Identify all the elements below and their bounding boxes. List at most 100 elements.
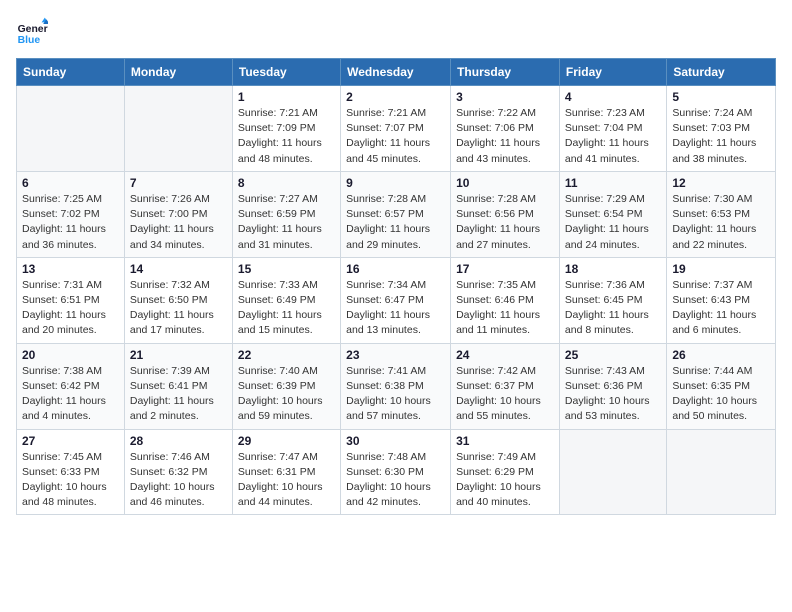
day-info: Sunrise: 7:35 AMSunset: 6:46 PMDaylight:… (456, 278, 554, 339)
day-number: 30 (346, 434, 445, 448)
calendar-cell: 3 Sunrise: 7:22 AMSunset: 7:06 PMDaylight… (451, 86, 560, 172)
col-header-thursday: Thursday (451, 59, 560, 86)
day-info: Sunrise: 7:27 AMSunset: 6:59 PMDaylight:… (238, 192, 335, 253)
calendar-cell: 27 Sunrise: 7:45 AMSunset: 6:33 PMDayligh… (17, 429, 125, 515)
day-number: 20 (22, 348, 119, 362)
calendar-cell: 28Sunrise: 7:46 AMSunset: 6:32 PMDayligh… (124, 429, 232, 515)
calendar-cell: 7 Sunrise: 7:26 AMSunset: 7:00 PMDaylight… (124, 171, 232, 257)
calendar-cell: 30 Sunrise: 7:48 AMSunset: 6:30 PMDayligh… (341, 429, 451, 515)
day-info: Sunrise: 7:48 AMSunset: 6:30 PMDaylight:… (346, 450, 445, 511)
day-number: 27 (22, 434, 119, 448)
day-number: 19 (672, 262, 770, 276)
calendar-cell (17, 86, 125, 172)
calendar-cell: 23 Sunrise: 7:41 AMSunset: 6:38 PMDayligh… (341, 343, 451, 429)
day-info: Sunrise: 7:49 AMSunset: 6:29 PMDaylight:… (456, 450, 554, 511)
day-info: Sunrise: 7:31 AMSunset: 6:51 PMDaylight:… (22, 278, 119, 339)
calendar-cell: 15Sunrise: 7:33 AMSunset: 6:49 PMDayligh… (232, 257, 340, 343)
day-number: 25 (565, 348, 661, 362)
col-header-tuesday: Tuesday (232, 59, 340, 86)
day-number: 5 (672, 90, 770, 104)
calendar-cell: 25 Sunrise: 7:43 AMSunset: 6:36 PMDayligh… (559, 343, 666, 429)
col-header-sunday: Sunday (17, 59, 125, 86)
calendar-cell (667, 429, 776, 515)
day-info: Sunrise: 7:41 AMSunset: 6:38 PMDaylight:… (346, 364, 445, 425)
calendar-cell (559, 429, 666, 515)
calendar-cell: 22 Sunrise: 7:40 AMSunset: 6:39 PMDayligh… (232, 343, 340, 429)
day-number: 22 (238, 348, 335, 362)
day-info: Sunrise: 7:28 AMSunset: 6:56 PMDaylight:… (456, 192, 554, 253)
day-number: 4 (565, 90, 661, 104)
col-header-wednesday: Wednesday (341, 59, 451, 86)
day-number: 11 (565, 176, 661, 190)
day-number: 17 (456, 262, 554, 276)
calendar-table: SundayMondayTuesdayWednesdayThursdayFrid… (16, 58, 776, 515)
calendar-week-row: 13Sunrise: 7:31 AMSunset: 6:51 PMDayligh… (17, 257, 776, 343)
day-number: 3 (456, 90, 554, 104)
day-info: Sunrise: 7:40 AMSunset: 6:39 PMDaylight:… (238, 364, 335, 425)
day-info: Sunrise: 7:42 AMSunset: 6:37 PMDaylight:… (456, 364, 554, 425)
day-number: 6 (22, 176, 119, 190)
calendar-week-row: 20Sunrise: 7:38 AMSunset: 6:42 PMDayligh… (17, 343, 776, 429)
calendar-cell: 26Sunrise: 7:44 AMSunset: 6:35 PMDayligh… (667, 343, 776, 429)
calendar-cell: 12 Sunrise: 7:30 AMSunset: 6:53 PMDayligh… (667, 171, 776, 257)
day-info: Sunrise: 7:22 AMSunset: 7:06 PMDaylight:… (456, 106, 554, 167)
day-number: 12 (672, 176, 770, 190)
day-info: Sunrise: 7:43 AMSunset: 6:36 PMDaylight:… (565, 364, 661, 425)
logo: General Blue (16, 16, 48, 48)
day-number: 14 (130, 262, 227, 276)
page-header: General Blue (16, 16, 776, 48)
calendar-cell: 29 Sunrise: 7:47 AMSunset: 6:31 PMDayligh… (232, 429, 340, 515)
day-number: 16 (346, 262, 445, 276)
day-info: Sunrise: 7:21 AMSunset: 7:09 PMDaylight:… (238, 106, 335, 167)
day-number: 28 (130, 434, 227, 448)
day-info: Sunrise: 7:39 AMSunset: 6:41 PMDaylight:… (130, 364, 227, 425)
col-header-monday: Monday (124, 59, 232, 86)
calendar-cell: 20Sunrise: 7:38 AMSunset: 6:42 PMDayligh… (17, 343, 125, 429)
day-number: 23 (346, 348, 445, 362)
calendar-cell: 18Sunrise: 7:36 AMSunset: 6:45 PMDayligh… (559, 257, 666, 343)
calendar-header-row: SundayMondayTuesdayWednesdayThursdayFrid… (17, 59, 776, 86)
day-info: Sunrise: 7:29 AMSunset: 6:54 PMDaylight:… (565, 192, 661, 253)
day-number: 2 (346, 90, 445, 104)
day-info: Sunrise: 7:25 AMSunset: 7:02 PMDaylight:… (22, 192, 119, 253)
day-number: 8 (238, 176, 335, 190)
day-number: 31 (456, 434, 554, 448)
day-info: Sunrise: 7:33 AMSunset: 6:49 PMDaylight:… (238, 278, 335, 339)
day-info: Sunrise: 7:21 AMSunset: 7:07 PMDaylight:… (346, 106, 445, 167)
calendar-cell: 21 Sunrise: 7:39 AMSunset: 6:41 PMDayligh… (124, 343, 232, 429)
day-number: 1 (238, 90, 335, 104)
day-info: Sunrise: 7:26 AMSunset: 7:00 PMDaylight:… (130, 192, 227, 253)
day-number: 24 (456, 348, 554, 362)
calendar-cell: 11 Sunrise: 7:29 AMSunset: 6:54 PMDayligh… (559, 171, 666, 257)
day-number: 7 (130, 176, 227, 190)
calendar-cell: 19 Sunrise: 7:37 AMSunset: 6:43 PMDayligh… (667, 257, 776, 343)
calendar-cell: 31 Sunrise: 7:49 AMSunset: 6:29 PMDayligh… (451, 429, 560, 515)
calendar-week-row: 1 Sunrise: 7:21 AMSunset: 7:09 PMDaylight… (17, 86, 776, 172)
day-info: Sunrise: 7:32 AMSunset: 6:50 PMDaylight:… (130, 278, 227, 339)
day-info: Sunrise: 7:34 AMSunset: 6:47 PMDaylight:… (346, 278, 445, 339)
calendar-cell: 24 Sunrise: 7:42 AMSunset: 6:37 PMDayligh… (451, 343, 560, 429)
day-info: Sunrise: 7:37 AMSunset: 6:43 PMDaylight:… (672, 278, 770, 339)
day-number: 21 (130, 348, 227, 362)
calendar-cell: 16 Sunrise: 7:34 AMSunset: 6:47 PMDayligh… (341, 257, 451, 343)
day-info: Sunrise: 7:23 AMSunset: 7:04 PMDaylight:… (565, 106, 661, 167)
day-number: 9 (346, 176, 445, 190)
calendar-cell: 4 Sunrise: 7:23 AMSunset: 7:04 PMDaylight… (559, 86, 666, 172)
day-number: 29 (238, 434, 335, 448)
calendar-cell: 9 Sunrise: 7:28 AMSunset: 6:57 PMDaylight… (341, 171, 451, 257)
day-info: Sunrise: 7:45 AMSunset: 6:33 PMDaylight:… (22, 450, 119, 511)
calendar-cell: 1 Sunrise: 7:21 AMSunset: 7:09 PMDaylight… (232, 86, 340, 172)
day-info: Sunrise: 7:24 AMSunset: 7:03 PMDaylight:… (672, 106, 770, 167)
calendar-cell: 14 Sunrise: 7:32 AMSunset: 6:50 PMDayligh… (124, 257, 232, 343)
svg-text:General: General (18, 24, 48, 35)
calendar-week-row: 6 Sunrise: 7:25 AMSunset: 7:02 PMDaylight… (17, 171, 776, 257)
calendar-week-row: 27 Sunrise: 7:45 AMSunset: 6:33 PMDayligh… (17, 429, 776, 515)
calendar-cell: 13Sunrise: 7:31 AMSunset: 6:51 PMDayligh… (17, 257, 125, 343)
day-info: Sunrise: 7:30 AMSunset: 6:53 PMDaylight:… (672, 192, 770, 253)
col-header-saturday: Saturday (667, 59, 776, 86)
day-info: Sunrise: 7:28 AMSunset: 6:57 PMDaylight:… (346, 192, 445, 253)
calendar-cell: 2 Sunrise: 7:21 AMSunset: 7:07 PMDaylight… (341, 86, 451, 172)
calendar-cell: 5 Sunrise: 7:24 AMSunset: 7:03 PMDaylight… (667, 86, 776, 172)
day-info: Sunrise: 7:47 AMSunset: 6:31 PMDaylight:… (238, 450, 335, 511)
day-number: 10 (456, 176, 554, 190)
